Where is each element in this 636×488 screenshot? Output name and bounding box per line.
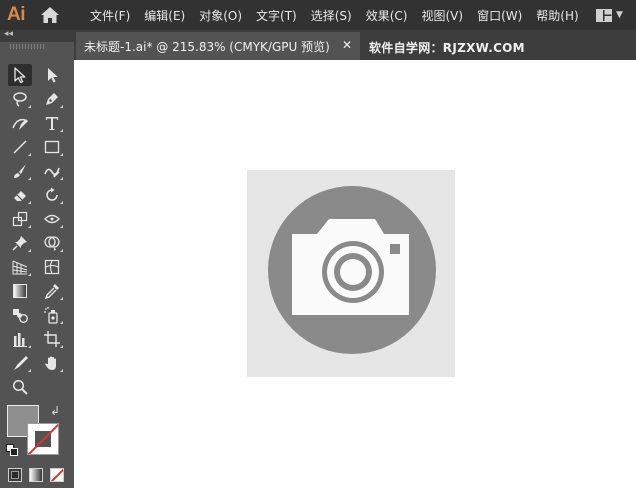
site-watermark: 软件自学网：RJZXW.COM [369,41,525,55]
panel-grip[interactable] [10,44,46,49]
paintbrush-icon [14,164,26,178]
lasso-icon [13,92,27,107]
artboard-icon [44,331,60,347]
perspective-grid-icon [12,260,28,275]
shape-builder-icon [44,236,60,251]
menu-effect[interactable]: 效果(C) [366,7,408,24]
tools-panel: ◂◂ ↲ [0,29,74,488]
shaper-tool[interactable] [40,160,64,182]
app-logo: Ai [7,4,26,25]
mesh-icon [44,259,60,275]
symbol-sprayer-icon [44,306,58,324]
line-icon [13,140,27,154]
document-tab[interactable]: 未标题-1.ai* @ 215.83% (CMYK/GPU 预览) ✕ [76,32,360,60]
pen-nib-icon [46,93,58,105]
shape-builder-tool[interactable] [40,232,64,254]
menu-items: 文件(F) 编辑(E) 对象(O) 文字(T) 选择(S) 效果(C) 视图(V… [83,0,586,30]
collapse-panel-icon[interactable]: ◂◂ [4,29,13,39]
home-icon[interactable] [40,6,60,24]
rectangle-icon [44,140,60,154]
menu-select[interactable]: 选择(S) [311,7,352,24]
menu-help[interactable]: 帮助(H) [536,7,578,24]
tools-panel-header: ◂◂ [0,29,74,42]
hand-icon [45,356,56,370]
shaper-icon [44,167,60,178]
direct-selection-arrow-icon [48,68,58,83]
artwork-background-square[interactable] [247,170,455,377]
curvature-tool[interactable] [8,112,32,134]
rotate-icon [46,187,58,201]
stroke-color-swatch[interactable] [27,423,59,455]
column-graph-tool[interactable] [8,328,32,350]
eyedropper-icon [44,284,59,300]
pen-tool[interactable] [40,88,64,110]
scale-icon [12,211,28,227]
width-icon [44,214,60,224]
selection-tool[interactable] [8,64,32,86]
none-mode-button[interactable] [50,468,64,482]
mesh-tool[interactable] [40,256,64,278]
selection-arrow-icon [14,67,26,84]
paintbrush-tool[interactable] [8,160,32,182]
gradient-mode-button[interactable] [29,468,43,482]
eraser-tool[interactable] [8,184,32,206]
magnifier-icon [12,379,28,395]
rectangle-tool[interactable] [40,136,64,158]
close-icon[interactable]: ✕ [342,38,352,52]
type-tool[interactable] [40,112,64,134]
menu-view[interactable]: 视图(V) [421,7,463,24]
eyedropper-tool[interactable] [40,280,64,302]
workspace-switcher-button[interactable]: ▼ [596,7,636,23]
type-t-icon [46,117,58,130]
magic-wand-tool[interactable] [8,88,32,110]
swap-fill-stroke-icon[interactable]: ↲ [50,404,60,418]
default-fill-stroke-icon[interactable] [6,444,18,456]
gradient-icon [13,284,27,298]
eraser-icon [14,191,26,201]
symbol-sprayer-tool[interactable] [40,304,64,326]
document-tab-bar: 未标题-1.ai* @ 215.83% (CMYK/GPU 预览) ✕ 软件自学… [74,30,636,60]
blend-tool[interactable] [8,304,32,326]
knife-icon [14,356,28,370]
menu-type[interactable]: 文字(T) [256,7,297,24]
rotate-tool[interactable] [40,184,64,206]
canvas[interactable] [74,60,636,488]
chevron-down-icon: ▼ [616,10,623,20]
bar-graph-icon [13,333,27,347]
pin-icon [12,236,27,251]
workspace-grid-icon [596,8,612,22]
none-slash-icon [28,424,58,454]
zoom-tool[interactable] [8,376,32,398]
blend-icon [13,309,28,323]
menu-window[interactable]: 窗口(W) [477,7,522,24]
width-tool[interactable] [40,208,64,230]
artboard-tool[interactable] [40,328,64,350]
direct-selection-tool[interactable] [40,64,64,86]
curvature-pen-icon [12,118,28,130]
menu-edit[interactable]: 编辑(E) [144,7,185,24]
hand-tool[interactable] [40,352,64,374]
menu-bar: Ai 文件(F) 编辑(E) 对象(O) 文字(T) 选择(S) 效果(C) 视… [0,0,636,30]
menu-object[interactable]: 对象(O) [199,7,242,24]
line-segment-tool[interactable] [8,136,32,158]
document-tab-title: 未标题-1.ai* @ 215.83% (CMYK/GPU 预览) [84,39,330,54]
color-mode-button[interactable] [8,468,22,482]
scale-tool[interactable] [8,208,32,230]
perspective-grid-tool[interactable] [8,256,32,278]
gradient-tool[interactable] [8,280,32,302]
puppet-warp-tool[interactable] [8,232,32,254]
camera-icon[interactable] [247,170,455,377]
slice-tool[interactable] [8,352,32,374]
menu-file[interactable]: 文件(F) [90,7,130,24]
